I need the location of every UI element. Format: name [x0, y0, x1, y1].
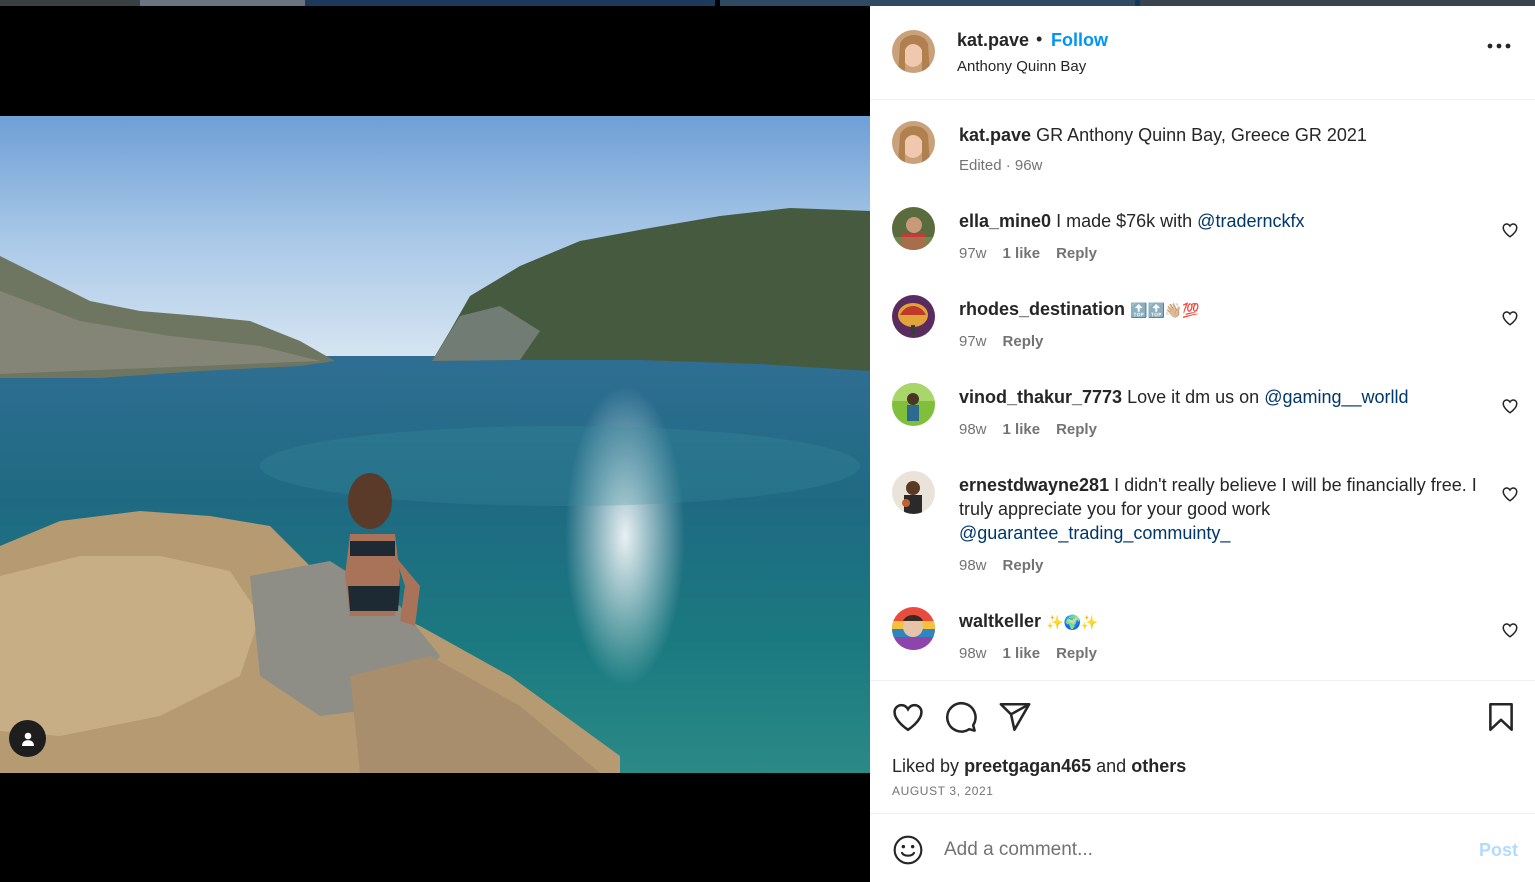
comments-list: kat.pave GR Anthony Quinn Bay, Greece GR… [870, 101, 1535, 681]
post-date[interactable]: AUGUST 3, 2021 [892, 784, 994, 798]
post-header: kat.pave • Follow Anthony Quinn Bay [870, 6, 1535, 100]
comment-text: vinod_thakur_7773 Love it dm us on @gami… [959, 385, 1489, 409]
likes-joiner: and [1096, 756, 1127, 776]
post-media [0, 6, 870, 882]
reply-button[interactable]: Reply [1056, 421, 1097, 438]
comment-username[interactable]: ernestdwayne281 [959, 475, 1109, 495]
comment-username[interactable]: waltkeller [959, 611, 1041, 631]
author-avatar[interactable] [892, 30, 935, 73]
comment-heart-icon[interactable] [1501, 621, 1519, 639]
post-photo[interactable] [0, 116, 870, 773]
comment-body: ✨🌍✨ [1046, 615, 1099, 631]
comment-body: 🔝🔝👋🏼💯 [1130, 303, 1200, 319]
reply-button[interactable]: Reply [1003, 557, 1044, 574]
comment-input[interactable] [944, 834, 1464, 866]
paper-plane-icon[interactable] [998, 700, 1032, 734]
comment-age[interactable]: 98w [959, 421, 987, 438]
heart-icon[interactable] [891, 700, 925, 734]
more-horizontal-icon[interactable] [1486, 36, 1512, 56]
commenter-avatar[interactable] [892, 207, 935, 250]
tagged-users-button[interactable] [9, 720, 46, 757]
comment-text: waltkeller ✨🌍✨ [959, 609, 1489, 635]
likes-summary: Liked by preetgagan465 and others [892, 756, 1186, 777]
comment-age[interactable]: 97w [959, 333, 987, 350]
comment-mention[interactable]: @guarantee_trading_commuinty_ [959, 523, 1230, 543]
comment-icon[interactable] [944, 700, 978, 734]
follow-button[interactable]: Follow [1051, 30, 1108, 51]
comment-username[interactable]: ella_mine0 [959, 211, 1051, 231]
likes-prefix: Liked by [892, 756, 960, 776]
likes-user[interactable]: preetgagan465 [964, 756, 1091, 776]
caption-username[interactable]: kat.pave [959, 125, 1031, 145]
caption-body: GR Anthony Quinn Bay, Greece GR 2021 [1036, 125, 1367, 145]
bookmark-icon[interactable] [1484, 700, 1518, 734]
comment-age[interactable]: 98w [959, 557, 987, 574]
caption-text: kat.pave GR Anthony Quinn Bay, Greece GR… [959, 123, 1489, 147]
comment-likes[interactable]: 1 like [1003, 245, 1041, 262]
reply-button[interactable]: Reply [1003, 333, 1044, 350]
comment-username[interactable]: vinod_thakur_7773 [959, 387, 1122, 407]
user-tag-icon [21, 732, 34, 746]
comment-age[interactable]: 98w [959, 645, 987, 662]
caption-meta: Edited · 96w [959, 157, 1042, 174]
comment-likes[interactable]: 1 like [1003, 421, 1041, 438]
comment-meta: 97w Reply [959, 333, 1043, 350]
comment-heart-icon[interactable] [1501, 309, 1519, 327]
author-avatar[interactable] [892, 121, 935, 164]
comment-heart-icon[interactable] [1501, 221, 1519, 239]
comment-text: rhodes_destination 🔝🔝👋🏼💯 [959, 297, 1489, 323]
post-comment-button[interactable]: Post [1479, 840, 1518, 861]
comment-meta: 98w Reply [959, 557, 1043, 574]
comment-meta: 97w 1 like Reply [959, 245, 1097, 262]
comment-heart-icon[interactable] [1501, 485, 1519, 503]
reply-button[interactable]: Reply [1056, 645, 1097, 662]
comment-meta: 98w 1 like Reply [959, 421, 1097, 438]
comment-text: ella_mine0 I made $76k with @tradernckfx [959, 209, 1489, 233]
comment-username[interactable]: rhodes_destination [959, 299, 1125, 319]
commenter-avatar[interactable] [892, 471, 935, 514]
post-location[interactable]: Anthony Quinn Bay [957, 58, 1086, 75]
likes-others[interactable]: others [1131, 756, 1186, 776]
comment-heart-icon[interactable] [1501, 397, 1519, 415]
comment-body: Love it dm us on [1127, 387, 1260, 407]
author-username[interactable]: kat.pave [957, 30, 1029, 51]
comment-body: I made $76k with [1056, 211, 1193, 231]
post-actions: Liked by preetgagan465 and others AUGUST… [870, 680, 1535, 814]
comment-composer: Post [870, 813, 1535, 882]
comment-mention[interactable]: @gaming__worlld [1264, 387, 1408, 407]
commenter-avatar[interactable] [892, 607, 935, 650]
comment-meta: 98w 1 like Reply [959, 645, 1097, 662]
commenter-avatar[interactable] [892, 383, 935, 426]
smiley-icon[interactable] [892, 834, 924, 866]
comment-age[interactable]: 97w [959, 245, 987, 262]
comment-likes[interactable]: 1 like [1003, 645, 1041, 662]
post-panel: kat.pave • Follow Anthony Quinn Bay kat.… [870, 6, 1535, 882]
reply-button[interactable]: Reply [1056, 245, 1097, 262]
comment-mention[interactable]: @tradernckfx [1197, 211, 1304, 231]
separator-dot: • [1036, 29, 1043, 49]
comment-text: ernestdwayne281 I didn't really believe … [959, 473, 1489, 545]
caption-time: Edited · 96w [959, 157, 1043, 174]
commenter-avatar[interactable] [892, 295, 935, 338]
